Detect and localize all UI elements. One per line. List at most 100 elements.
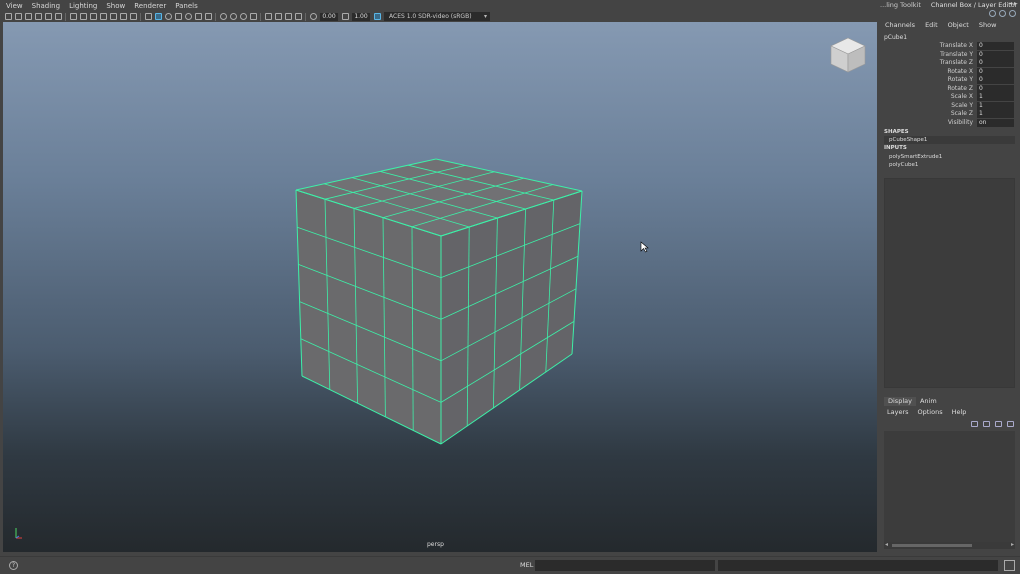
channel-row[interactable]: Scale Y 1 xyxy=(880,101,1020,110)
channel-value-field[interactable]: 1 xyxy=(977,110,1014,118)
2d-pan-zoom-icon[interactable] xyxy=(45,13,52,20)
channel-value-field[interactable]: 1 xyxy=(977,101,1014,110)
screen-space-ao-icon[interactable] xyxy=(275,13,282,20)
menu-channels[interactable]: Channels xyxy=(885,21,915,29)
grid-icon[interactable] xyxy=(70,13,77,20)
script-editor-icon[interactable] xyxy=(1004,560,1015,571)
isolate-select-icon[interactable] xyxy=(220,13,227,20)
menu-show[interactable]: Show xyxy=(106,2,125,10)
channel-value-field[interactable]: 1 xyxy=(977,93,1014,101)
smooth-shade-icon[interactable] xyxy=(165,13,172,20)
menu-layers[interactable]: Layers xyxy=(887,408,909,416)
help-icon[interactable]: ? xyxy=(9,561,18,570)
image-plane-icon[interactable] xyxy=(35,13,42,20)
channel-row[interactable]: Translate Y 0 xyxy=(880,50,1020,59)
channel-label[interactable]: Scale X xyxy=(951,93,973,101)
channel-box-icon[interactable] xyxy=(1009,10,1016,17)
scroll-right-icon[interactable]: ▸ xyxy=(1011,541,1014,548)
channel-row[interactable]: Visibility on xyxy=(880,118,1020,127)
tool-settings-icon[interactable] xyxy=(999,10,1006,17)
xray-joints-icon[interactable] xyxy=(240,13,247,20)
channel-label[interactable]: Rotate Z xyxy=(947,85,973,93)
gamma-field[interactable]: 1.00 xyxy=(352,12,370,21)
xray-icon[interactable] xyxy=(230,13,237,20)
tab-channel-box[interactable]: Channel Box / Layer Editor xyxy=(931,1,1018,9)
channel-value-field[interactable]: 0 xyxy=(977,67,1014,76)
viewport-3d-scene[interactable]: persp xyxy=(3,22,877,552)
channel-row[interactable]: Scale Z 1 xyxy=(880,110,1020,118)
channel-value-field[interactable]: on xyxy=(977,118,1014,127)
safe-title-icon[interactable] xyxy=(130,13,137,20)
channel-label[interactable]: Translate X xyxy=(940,42,973,50)
bookmark-icon[interactable] xyxy=(25,13,32,20)
channel-label[interactable]: Scale Y xyxy=(951,102,973,110)
move-layer-down-icon[interactable] xyxy=(983,421,990,427)
tab-display[interactable]: Display xyxy=(884,397,916,406)
exposure-field[interactable]: 0.00 xyxy=(320,12,338,21)
scrollbar-thumb[interactable] xyxy=(892,544,972,547)
layer-list-scrollbar[interactable]: ◂ ▸ xyxy=(884,541,1015,549)
color-space-dropdown[interactable]: ACES 1.0 SDR-video (sRGB) ▾ xyxy=(384,12,490,21)
channel-value-field[interactable]: 0 xyxy=(977,42,1014,50)
menu-shading[interactable]: Shading xyxy=(32,2,60,10)
tab-anim[interactable]: Anim xyxy=(916,397,941,406)
textured-icon[interactable] xyxy=(175,13,182,20)
camera-attributes-icon[interactable] xyxy=(15,13,22,20)
grease-pencil-icon[interactable] xyxy=(55,13,62,20)
channel-value-field[interactable]: 0 xyxy=(977,76,1014,84)
menu-show[interactable]: Show xyxy=(979,21,997,29)
input-node[interactable]: polySmartExtrude1 xyxy=(884,153,1015,161)
shadows-icon[interactable] xyxy=(195,13,202,20)
field-chart-icon[interactable] xyxy=(110,13,117,20)
wireframe-on-shaded-icon[interactable] xyxy=(155,13,162,20)
channel-value-field[interactable]: 0 xyxy=(977,59,1014,67)
channel-value-field[interactable]: 0 xyxy=(977,84,1014,93)
mel-language-toggle[interactable]: MEL xyxy=(520,561,533,569)
wireframe-icon[interactable] xyxy=(145,13,152,20)
channel-row[interactable]: Rotate Z 0 xyxy=(880,84,1020,93)
resolution-gate-icon[interactable] xyxy=(90,13,97,20)
exposure-icon[interactable] xyxy=(310,13,317,20)
use-all-lights-icon[interactable] xyxy=(185,13,192,20)
channel-row[interactable]: Scale X 1 xyxy=(880,93,1020,101)
channel-row[interactable]: Translate Z 0 xyxy=(880,59,1020,67)
channel-label[interactable]: Rotate X xyxy=(947,68,973,76)
channel-row[interactable]: Translate X 0 xyxy=(880,42,1020,50)
menu-view[interactable]: View xyxy=(6,2,23,10)
menu-lighting[interactable]: Lighting xyxy=(69,2,97,10)
gate-mask-icon[interactable] xyxy=(100,13,107,20)
gamma-icon[interactable] xyxy=(342,13,349,20)
tab-modeling-toolkit[interactable]: ...ling Toolkit xyxy=(880,1,921,9)
cube-mesh[interactable] xyxy=(3,22,877,552)
menu-edit[interactable]: Edit xyxy=(925,21,938,29)
depth-of-field-icon[interactable] xyxy=(295,13,302,20)
move-layer-up-icon[interactable] xyxy=(971,421,978,427)
channel-value-field[interactable]: 0 xyxy=(977,50,1014,59)
menu-panels[interactable]: Panels xyxy=(175,2,198,10)
channel-label[interactable]: Scale Z xyxy=(951,110,973,118)
input-node[interactable]: polyCube1 xyxy=(884,161,1015,169)
new-layer-from-selected-icon[interactable] xyxy=(1007,421,1014,427)
menu-renderer[interactable]: Renderer xyxy=(134,2,166,10)
scroll-left-icon[interactable]: ◂ xyxy=(885,541,888,548)
tab-scroll-arrows-icon[interactable]: ◂ ▸ xyxy=(1009,0,1017,7)
channel-label[interactable]: Visibility xyxy=(948,119,973,127)
ambient-occlusion-icon[interactable] xyxy=(205,13,212,20)
menu-object[interactable]: Object xyxy=(948,21,969,29)
menu-options[interactable]: Options xyxy=(918,408,943,416)
command-input[interactable] xyxy=(535,560,715,571)
channel-label[interactable]: Rotate Y xyxy=(948,76,973,84)
viewcube-icon[interactable] xyxy=(829,36,867,74)
menu-help[interactable]: Help xyxy=(952,408,967,416)
channel-label[interactable]: Translate Y xyxy=(940,51,973,59)
motion-blur-icon[interactable] xyxy=(285,13,292,20)
film-gate-icon[interactable] xyxy=(80,13,87,20)
multisample-aa-icon[interactable] xyxy=(265,13,272,20)
select-camera-icon[interactable] xyxy=(5,13,12,20)
channel-row[interactable]: Rotate Y 0 xyxy=(880,76,1020,84)
channel-row[interactable]: Rotate X 0 xyxy=(880,67,1020,76)
safe-action-icon[interactable] xyxy=(120,13,127,20)
channel-label[interactable]: Translate Z xyxy=(940,59,973,67)
attribute-editor-icon[interactable] xyxy=(989,10,996,17)
new-empty-layer-icon[interactable] xyxy=(995,421,1002,427)
